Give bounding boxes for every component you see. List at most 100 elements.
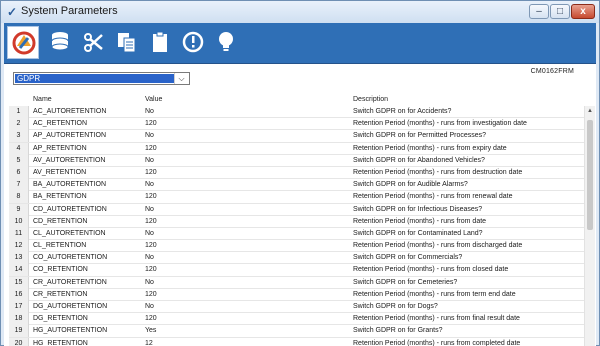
parameter-name-cell: CO_AUTORETENTION <box>33 254 108 262</box>
cut-button[interactable] <box>78 26 110 59</box>
parameter-value-cell: 120 <box>145 120 157 128</box>
parameter-name-cell: AV_RETENTION <box>33 168 87 176</box>
parameter-value-cell: No <box>145 156 154 164</box>
parameters-table: Name Value Description 1 AC_AUTORETENTION… <box>9 94 585 346</box>
row-number: 19 <box>9 325 29 338</box>
table-row[interactable]: 18 DG_RETENTION 120 Retention Period (month… <box>9 313 585 326</box>
table-header: Name Value Description <box>9 94 585 106</box>
database-button[interactable] <box>44 26 76 59</box>
parameter-description-cell: Switch GDPR on for Commercials? <box>353 254 463 262</box>
parameter-name-cell: AV_AUTORETENTION <box>33 156 106 164</box>
table-row[interactable]: 1 AC_AUTORETENTION No Switch GDPR on for Ac… <box>9 106 585 119</box>
parameter-name-cell: AC_RETENTION <box>33 120 88 128</box>
chevron-down-icon[interactable]: ⌵ <box>174 73 188 84</box>
parameter-description-cell: Retention Period (months) - runs from ex… <box>353 144 507 152</box>
column-header-value[interactable]: Value <box>145 96 162 103</box>
dropdown-selected-value: GDPR <box>15 74 175 83</box>
database-icon <box>51 32 69 51</box>
parameter-value-cell: 120 <box>145 144 157 152</box>
parameter-description-cell: Switch GDPR on for Abandoned Vehicles? <box>353 156 485 164</box>
parameter-name-cell: HG_RETENTION <box>33 339 88 346</box>
row-number: 6 <box>9 166 29 179</box>
table-row[interactable]: 15 CR_AUTORETENTION No Switch GDPR on for C… <box>9 276 585 289</box>
tip-button[interactable] <box>210 26 242 59</box>
parameter-value-cell: No <box>145 181 154 189</box>
parameter-description-cell: Retention Period (months) - runs from di… <box>353 242 523 250</box>
toolbar <box>4 23 596 64</box>
copy-button[interactable] <box>111 26 143 59</box>
parameter-description-cell: Retention Period (months) - runs from te… <box>353 290 516 298</box>
row-number: 15 <box>9 276 29 289</box>
row-number: 18 <box>9 313 29 326</box>
scroll-up-icon[interactable]: ▲ <box>586 107 594 115</box>
row-number: 13 <box>9 252 29 265</box>
table-row[interactable]: 19 HG_AUTORETENTION Yes Switch GDPR on for … <box>9 325 585 338</box>
table-row[interactable]: 17 DG_AUTORETENTION No Switch GDPR on for D… <box>9 301 585 314</box>
table-row[interactable]: 3 AP_AUTORETENTION No Switch GDPR on for Pe… <box>9 130 585 143</box>
parameter-name-cell: CO_RETENTION <box>33 266 88 274</box>
parameter-value-cell: No <box>145 205 154 213</box>
parameter-value-cell: No <box>145 278 154 286</box>
parameter-value-cell: 120 <box>145 193 157 201</box>
lightbulb-icon <box>219 32 233 51</box>
table-row[interactable]: 8 BA_RETENTION 120 Retention Period (months… <box>9 191 585 204</box>
parameter-name-cell: AP_RETENTION <box>33 144 87 152</box>
parameter-value-cell: 120 <box>145 242 157 250</box>
column-header-name[interactable]: Name <box>33 96 52 103</box>
table-row[interactable]: 7 BA_AUTORETENTION No Switch GDPR on for Au… <box>9 179 585 192</box>
parameter-value-cell: 120 <box>145 290 157 298</box>
parameter-description-cell: Switch GDPR on for Cemeteries? <box>353 278 458 286</box>
row-number: 5 <box>9 154 29 167</box>
parameter-name-cell: AP_AUTORETENTION <box>33 132 106 140</box>
table-row[interactable]: 11 CL_AUTORETENTION No Switch GDPR on for C… <box>9 227 585 241</box>
parameter-value-cell: No <box>145 303 154 310</box>
parameter-value-cell: Yes <box>145 327 157 335</box>
parameter-name-cell: AC_AUTORETENTION <box>33 108 107 115</box>
table-row[interactable]: 14 CO_RETENTION 120 Retention Period (month… <box>9 264 585 277</box>
table-row[interactable]: 10 CD_RETENTION 120 Retention Period (month… <box>9 215 585 228</box>
parameter-name-cell: CD_AUTORETENTION <box>33 205 107 213</box>
table-body: 1 AC_AUTORETENTION No Switch GDPR on for Ac… <box>9 106 585 346</box>
parameter-value-cell: 120 <box>145 217 157 225</box>
table-row[interactable]: 20 HG_RETENTION 12 Retention Period (months… <box>9 337 585 346</box>
vertical-scrollbar[interactable]: ▲ <box>584 106 595 346</box>
parameter-value-cell: 120 <box>145 168 157 176</box>
window-title: System Parameters <box>21 5 118 17</box>
info-button[interactable] <box>177 26 209 59</box>
refresh-button[interactable] <box>7 26 39 59</box>
column-header-description[interactable]: Description <box>353 96 388 103</box>
parameter-group-dropdown[interactable]: GDPR ⌵ <box>13 72 190 85</box>
table-row[interactable]: 12 CL_RETENTION 120 Retention Period (month… <box>9 240 585 253</box>
row-number: 1 <box>9 106 29 118</box>
parameter-name-cell: CL_RETENTION <box>33 242 87 250</box>
scrollbar-thumb[interactable] <box>587 120 593 230</box>
row-number: 2 <box>9 118 29 131</box>
title-bar[interactable]: ✓ System Parameters – □ x <box>1 1 599 23</box>
parameter-value-cell: No <box>145 108 154 115</box>
parameter-value-cell: 120 <box>145 266 157 274</box>
parameter-description-cell: Switch GDPR on for Accidents? <box>353 108 452 115</box>
close-button[interactable]: x <box>571 4 595 19</box>
paste-button[interactable] <box>144 26 176 59</box>
row-number: 14 <box>9 264 29 277</box>
parameter-value-cell: 12 <box>145 339 153 346</box>
table-row[interactable]: 16 CR_RETENTION 120 Retention Period (month… <box>9 288 585 301</box>
table-row[interactable]: 2 AC_RETENTION 120 Retention Period (months… <box>9 118 585 131</box>
parameter-description-cell: Retention Period (months) - runs from da… <box>353 217 487 225</box>
parameter-description-cell: Retention Period (months) - runs from co… <box>353 339 521 346</box>
parameter-description-cell: Retention Period (months) - runs from cl… <box>353 266 509 274</box>
table-row[interactable]: 9 CD_AUTORETENTION No Switch GDPR on for In… <box>9 203 585 216</box>
parameter-description-cell: Retention Period (months) - runs from fi… <box>353 315 520 323</box>
table-row[interactable]: 5 AV_AUTORETENTION No Switch GDPR on for Ab… <box>9 154 585 167</box>
table-row[interactable]: 6 AV_RETENTION 120 Retention Period (months… <box>9 166 585 180</box>
row-number: 10 <box>9 215 29 228</box>
table-row[interactable]: 13 CO_AUTORETENTION No Switch GDPR on for C… <box>9 252 585 265</box>
minimize-button[interactable]: – <box>529 4 549 19</box>
table-row[interactable]: 4 AP_RETENTION 120 Retention Period (months… <box>9 142 585 155</box>
row-number: 16 <box>9 288 29 301</box>
parameter-description-cell: Retention Period (months) - runs from de… <box>353 168 523 176</box>
parameter-name-cell: CR_RETENTION <box>33 290 88 298</box>
maximize-button[interactable]: □ <box>550 4 570 19</box>
row-number: 4 <box>9 142 29 155</box>
form-code: CM0162FRM <box>530 68 574 75</box>
